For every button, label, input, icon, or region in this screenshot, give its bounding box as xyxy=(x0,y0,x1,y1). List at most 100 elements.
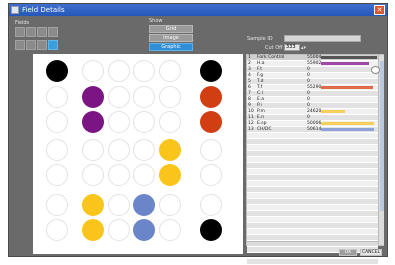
field-button-5[interactable] xyxy=(15,40,25,50)
app-icon xyxy=(11,6,19,14)
cell-num: 12 xyxy=(248,121,254,126)
well-4-2[interactable] xyxy=(82,139,104,161)
well-1-1[interactable] xyxy=(46,60,68,82)
cell-num: 5 xyxy=(248,79,251,84)
cell-name: Fork Control xyxy=(257,55,285,60)
horizontal-scrollbar[interactable] xyxy=(247,241,378,246)
cell-num: 2 xyxy=(248,61,251,66)
well-4-5[interactable] xyxy=(159,139,181,161)
cell-value: 50006 xyxy=(307,121,322,126)
well-5-4[interactable] xyxy=(133,164,155,186)
well-4-6[interactable] xyxy=(200,139,222,161)
well-6-3[interactable] xyxy=(108,194,130,216)
sample-id-label: Sample ID xyxy=(247,36,273,42)
cell-name: F.g xyxy=(257,73,264,78)
cell-name: P.m xyxy=(257,109,265,114)
window-title: Field Details xyxy=(22,6,65,14)
cell-name: CH/DC xyxy=(257,127,272,132)
well-6-2[interactable] xyxy=(82,194,104,216)
well-2-4[interactable] xyxy=(133,86,155,108)
ok-button[interactable]: OK xyxy=(339,249,357,256)
show-graphic-button[interactable]: Graphic xyxy=(149,43,193,51)
well-6-1[interactable] xyxy=(46,194,68,216)
close-button[interactable]: ✕ xyxy=(374,5,385,15)
cutoff-stepper-icon[interactable]: ▴▾ xyxy=(301,45,306,51)
well-6-4[interactable] xyxy=(133,194,155,216)
well-5-2[interactable] xyxy=(82,164,104,186)
cell-num: 3 xyxy=(248,67,251,72)
well-7-6[interactable] xyxy=(200,219,222,241)
cell-num: 9 xyxy=(248,103,251,108)
value-bar xyxy=(321,128,374,131)
well-3-2[interactable] xyxy=(82,111,104,133)
title-bar[interactable]: Field Details ✕ xyxy=(9,4,387,16)
field-button-7[interactable] xyxy=(37,40,47,50)
cell-name: P.i xyxy=(257,103,262,108)
well-3-6[interactable] xyxy=(200,111,222,133)
table-row[interactable] xyxy=(247,259,378,265)
cell-num: 4 xyxy=(248,73,251,78)
cursor-bubble-icon xyxy=(371,66,380,74)
field-button-3[interactable] xyxy=(37,27,47,37)
cell-value: 0 xyxy=(307,67,310,72)
value-bar xyxy=(321,56,377,59)
cell-name: T.d xyxy=(257,79,264,84)
well-1-2[interactable] xyxy=(82,60,104,82)
cell-num: 13 xyxy=(248,127,254,132)
cutoff-select[interactable]: 333 xyxy=(284,44,300,51)
field-button-2[interactable] xyxy=(26,27,36,37)
vertical-scrollbar[interactable] xyxy=(378,55,384,245)
well-7-5[interactable] xyxy=(159,219,181,241)
cell-name: T.f xyxy=(257,85,263,90)
field-button-6[interactable] xyxy=(26,40,36,50)
well-2-2[interactable] xyxy=(82,86,104,108)
sample-id-input[interactable] xyxy=(284,35,361,42)
well-5-5[interactable] xyxy=(159,164,181,186)
well-1-6[interactable] xyxy=(200,60,222,82)
well-1-5[interactable] xyxy=(159,60,181,82)
scroll-thumb[interactable] xyxy=(380,61,384,211)
value-bar xyxy=(321,86,373,89)
well-1-3[interactable] xyxy=(108,60,130,82)
well-1-4[interactable] xyxy=(133,60,155,82)
well-3-4[interactable] xyxy=(133,111,155,133)
cell-name: F.t xyxy=(257,67,263,72)
well-7-4[interactable] xyxy=(133,219,155,241)
cell-value: 0 xyxy=(307,115,310,120)
well-3-5[interactable] xyxy=(159,111,181,133)
well-4-4[interactable] xyxy=(133,139,155,161)
well-5-3[interactable] xyxy=(108,164,130,186)
cell-name: E.sp xyxy=(257,121,267,126)
well-7-1[interactable] xyxy=(46,219,68,241)
well-5-6[interactable] xyxy=(200,164,222,186)
well-6-5[interactable] xyxy=(159,194,181,216)
show-grid-button[interactable]: Grid xyxy=(149,25,193,33)
cell-value: 50614 xyxy=(307,127,322,132)
cell-num: 6 xyxy=(248,85,251,90)
field-button-8[interactable] xyxy=(48,40,58,50)
well-2-5[interactable] xyxy=(159,86,181,108)
well-grid xyxy=(33,54,243,254)
well-4-1[interactable] xyxy=(46,139,68,161)
field-button-4[interactable] xyxy=(48,27,58,37)
cell-name: E.a xyxy=(257,97,265,102)
well-7-2[interactable] xyxy=(82,219,104,241)
well-2-6[interactable] xyxy=(200,86,222,108)
well-3-1[interactable] xyxy=(46,111,68,133)
fields-label: Fields xyxy=(15,20,30,26)
cell-name: E.n xyxy=(257,115,265,120)
well-2-1[interactable] xyxy=(46,86,68,108)
field-details-window: Field Details ✕ Fields Show Grid Image G… xyxy=(8,3,388,265)
show-image-button[interactable]: Image xyxy=(149,34,193,42)
field-button-1[interactable] xyxy=(15,27,25,37)
cell-value: 55290 xyxy=(307,85,322,90)
cancel-button[interactable]: CANCEL xyxy=(360,249,382,256)
well-3-3[interactable] xyxy=(108,111,130,133)
cell-num: 8 xyxy=(248,97,251,102)
well-2-3[interactable] xyxy=(108,86,130,108)
well-4-3[interactable] xyxy=(108,139,130,161)
well-5-1[interactable] xyxy=(46,164,68,186)
well-6-6[interactable] xyxy=(200,194,222,216)
well-7-3[interactable] xyxy=(108,219,130,241)
show-label: Show xyxy=(149,18,163,24)
